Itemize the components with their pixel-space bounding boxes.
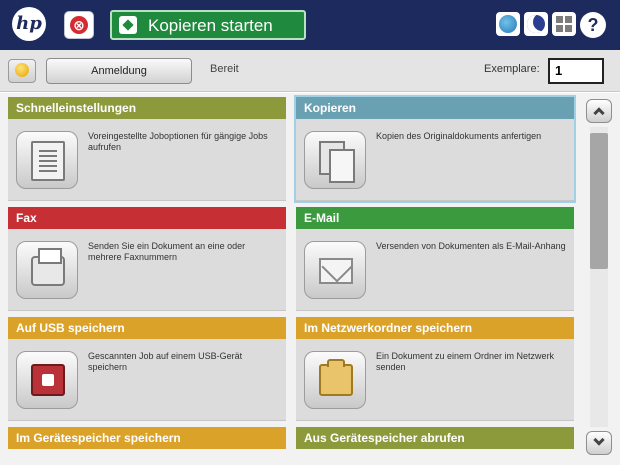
tile-fax[interactable]: Fax Senden Sie ein Dokument an eine oder… bbox=[8, 207, 286, 311]
network-folder-icon bbox=[304, 351, 366, 409]
start-icon bbox=[119, 16, 137, 34]
start-copy-label: Kopieren starten bbox=[148, 16, 273, 35]
start-copy-button[interactable]: Kopieren starten bbox=[110, 10, 306, 40]
tile-save-to-device-memory[interactable]: Im Gerätespeicher speichern bbox=[8, 427, 286, 449]
tile-title: Fax bbox=[8, 207, 286, 229]
tile-title: Auf USB speichern bbox=[8, 317, 286, 339]
hp-logo: hp bbox=[12, 7, 46, 41]
sleep-moon-icon[interactable] bbox=[524, 12, 548, 36]
help-icon[interactable]: ? bbox=[580, 12, 606, 38]
stop-button[interactable]: ⊗ bbox=[64, 11, 94, 39]
quick-sets-icon bbox=[16, 131, 78, 189]
chevron-up-icon bbox=[593, 107, 605, 119]
tile-description: Ein Dokument zu einem Ordner im Netzwerk… bbox=[376, 351, 555, 372]
tile-description: Senden Sie ein Dokument an eine oder meh… bbox=[88, 241, 246, 262]
globe-icon[interactable] bbox=[496, 12, 520, 36]
tile-save-to-usb[interactable]: Auf USB speichern Gescannten Job auf ein… bbox=[8, 317, 286, 421]
app-grid: Schnelleinstellungen Voreingestellte Job… bbox=[0, 93, 620, 465]
copies-label: Exemplare: bbox=[484, 63, 540, 75]
tile-retrieve-from-device-memory[interactable]: Aus Gerätespeicher abrufen bbox=[296, 427, 574, 449]
sign-in-button[interactable]: Anmeldung bbox=[46, 58, 192, 84]
scroll-thumb[interactable] bbox=[590, 133, 608, 269]
tile-quick-sets[interactable]: Schnelleinstellungen Voreingestellte Job… bbox=[8, 97, 286, 201]
scroll-up-button[interactable] bbox=[586, 99, 612, 123]
tile-description: Kopien des Originaldokuments anfertigen bbox=[376, 131, 542, 141]
tile-save-to-network-folder[interactable]: Im Netzwerkordner speichern Ein Dokument… bbox=[296, 317, 574, 421]
tile-title: Im Netzwerkordner speichern bbox=[296, 317, 574, 339]
device-status: Bereit bbox=[210, 63, 239, 75]
network-icon[interactable] bbox=[552, 12, 576, 36]
copies-input[interactable]: 1 bbox=[548, 58, 604, 84]
tile-description: Voreingestellte Joboptionen für gängige … bbox=[88, 131, 268, 152]
chevron-down-icon bbox=[593, 434, 605, 446]
tile-description: Gescannten Job auf einem USB-Gerät speic… bbox=[88, 351, 243, 372]
tile-title: Im Gerätespeicher speichern bbox=[8, 427, 286, 449]
status-row: Anmeldung Bereit Exemplare: 1 bbox=[0, 50, 620, 92]
tile-email[interactable]: E-Mail Versenden von Dokumenten als E-Ma… bbox=[296, 207, 574, 311]
top-bar: hp ⊗ Kopieren starten ? bbox=[0, 0, 620, 50]
tile-title: Kopieren bbox=[296, 97, 574, 119]
home-icon[interactable] bbox=[8, 59, 36, 83]
tile-copy[interactable]: Kopieren Kopien des Originaldokuments an… bbox=[294, 95, 576, 203]
email-icon bbox=[304, 241, 366, 299]
scroll-down-button[interactable] bbox=[586, 431, 612, 455]
tile-title: E-Mail bbox=[296, 207, 574, 229]
tile-description: Versenden von Dokumenten als E-Mail-Anha… bbox=[376, 241, 566, 251]
usb-icon bbox=[16, 351, 78, 409]
tile-title: Schnelleinstellungen bbox=[8, 97, 286, 119]
tile-title: Aus Gerätespeicher abrufen bbox=[296, 427, 574, 449]
stop-icon: ⊗ bbox=[70, 16, 88, 34]
scrollbar[interactable] bbox=[584, 93, 616, 465]
fax-icon bbox=[16, 241, 78, 299]
copy-icon bbox=[304, 131, 366, 189]
